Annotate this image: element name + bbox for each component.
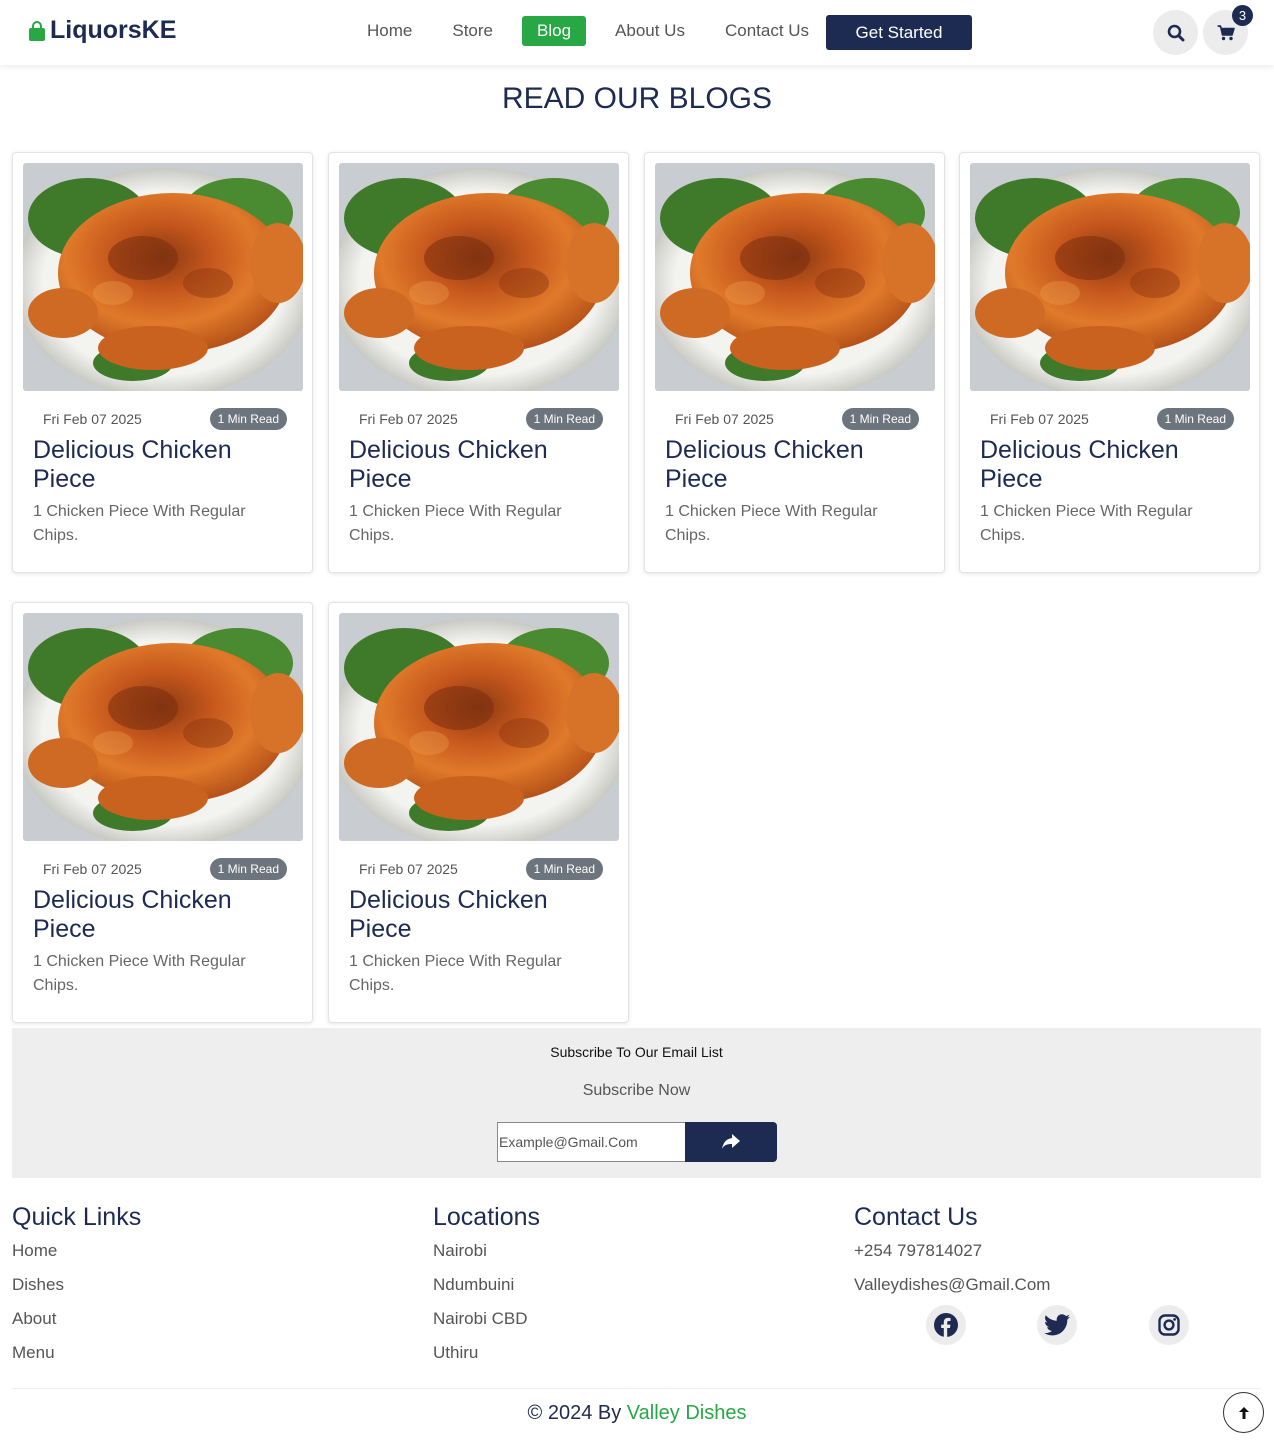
- read-time-badge: 1 Min Read: [209, 408, 287, 430]
- get-started-button[interactable]: Get Started: [826, 15, 972, 50]
- nav-contact-us[interactable]: Contact Us: [710, 16, 824, 46]
- post-title[interactable]: Delicious Chicken Piece: [665, 436, 925, 494]
- quick-links-heading: Quick Links: [12, 1203, 142, 1231]
- email-input[interactable]: [497, 1122, 686, 1162]
- brand-name: LiquorsKE: [50, 16, 177, 44]
- post-date: Fri Feb 07 2025: [359, 861, 458, 877]
- read-time-badge: 1 Min Read: [525, 408, 603, 430]
- share-arrow-icon: [722, 1134, 740, 1149]
- location-nairobi[interactable]: Nairobi: [433, 1241, 540, 1275]
- contact-heading: Contact Us: [854, 1203, 978, 1231]
- post-description: 1 Chicken Piece With Regular Chips.: [33, 953, 246, 994]
- blog-card[interactable]: Fri Feb 07 2025 1 Min Read Delicious Chi…: [12, 602, 313, 1023]
- nav-blog[interactable]: Blog: [522, 16, 587, 46]
- read-time-badge: 1 Min Read: [841, 408, 919, 430]
- post-title[interactable]: Delicious Chicken Piece: [33, 436, 293, 494]
- blog-card[interactable]: Fri Feb 07 2025 1 Min Read Delicious Chi…: [328, 602, 629, 1023]
- location-uthiru[interactable]: Uthiru: [433, 1343, 540, 1377]
- post-title[interactable]: Delicious Chicken Piece: [349, 886, 609, 944]
- post-description: 1 Chicken Piece With Regular Chips.: [33, 503, 246, 544]
- post-date: Fri Feb 07 2025: [990, 411, 1089, 427]
- blog-card-image[interactable]: [23, 163, 303, 391]
- post-title[interactable]: Delicious Chicken Piece: [349, 436, 609, 494]
- subscribe-subtitle: Subscribe Now: [582, 1082, 691, 1099]
- read-time-badge: 1 Min Read: [525, 858, 603, 880]
- subscribe-title: Subscribe To Our Email List: [550, 1044, 723, 1060]
- cart-icon: [1217, 24, 1235, 40]
- locations-heading: Locations: [433, 1203, 541, 1231]
- footer-link-about[interactable]: About: [12, 1309, 141, 1343]
- footer-link-dishes[interactable]: Dishes: [12, 1275, 141, 1309]
- instagram-link[interactable]: [1149, 1305, 1189, 1345]
- blog-card-image[interactable]: [339, 163, 619, 391]
- nav-about-us[interactable]: About Us: [600, 16, 700, 46]
- copyright-brand-link[interactable]: Valley Dishes: [627, 1402, 747, 1424]
- blog-card[interactable]: Fri Feb 07 2025 1 Min Read Delicious Chi…: [644, 152, 945, 573]
- post-title[interactable]: Delicious Chicken Piece: [33, 886, 293, 944]
- blog-card[interactable]: Fri Feb 07 2025 1 Min Read Delicious Chi…: [959, 152, 1260, 573]
- location-nairobi-cbd[interactable]: Nairobi CBD: [433, 1309, 540, 1343]
- read-time-badge: 1 Min Read: [209, 858, 287, 880]
- post-description: 1 Chicken Piece With Regular Chips.: [665, 503, 878, 544]
- copyright: © 2024 By Valley Dishes: [0, 1402, 1274, 1425]
- footer-link-home[interactable]: Home: [12, 1241, 141, 1275]
- page-title: READ OUR BLOGS: [501, 82, 773, 115]
- blog-card-image[interactable]: [970, 163, 1250, 391]
- brand-logo[interactable]: LiquorsKE: [28, 16, 176, 45]
- subscribe-button[interactable]: [685, 1122, 777, 1162]
- post-date: Fri Feb 07 2025: [675, 411, 774, 427]
- main-nav: Home Store Blog About Us Contact Us: [352, 16, 834, 46]
- contact-email[interactable]: Valleydishes@Gmail.Com: [854, 1275, 1050, 1309]
- search-button[interactable]: [1153, 10, 1198, 55]
- post-description: 1 Chicken Piece With Regular Chips.: [980, 503, 1193, 544]
- twitter-link[interactable]: [1037, 1305, 1077, 1345]
- back-to-top-button[interactable]: [1223, 1392, 1264, 1433]
- facebook-link[interactable]: [926, 1305, 966, 1345]
- arrow-up-icon: [1238, 1406, 1249, 1419]
- post-date: Fri Feb 07 2025: [43, 861, 142, 877]
- footer-quick-links: Quick Links Home Dishes About Menu: [12, 1203, 141, 1377]
- post-date: Fri Feb 07 2025: [43, 411, 142, 427]
- footer-contact: Contact Us +254 797814027 Valleydishes@G…: [854, 1203, 1050, 1309]
- instagram-icon: [1158, 1314, 1180, 1336]
- contact-phone[interactable]: +254 797814027: [854, 1241, 1050, 1275]
- twitter-icon: [1044, 1314, 1070, 1336]
- blog-card[interactable]: Fri Feb 07 2025 1 Min Read Delicious Chi…: [12, 152, 313, 573]
- facebook-icon: [934, 1313, 958, 1337]
- nav-store[interactable]: Store: [437, 16, 508, 46]
- post-description: 1 Chicken Piece With Regular Chips.: [349, 953, 562, 994]
- blog-card-image[interactable]: [23, 613, 303, 841]
- search-icon: [1167, 24, 1184, 41]
- blog-card[interactable]: Fri Feb 07 2025 1 Min Read Delicious Chi…: [328, 152, 629, 573]
- read-time-badge: 1 Min Read: [1156, 408, 1234, 430]
- site-header: LiquorsKE Home Store Blog About Us Conta…: [0, 0, 1274, 65]
- footer-locations: Locations Nairobi Ndumbuini Nairobi CBD …: [433, 1203, 540, 1377]
- blog-card-image[interactable]: [339, 613, 619, 841]
- nav-home[interactable]: Home: [352, 16, 427, 46]
- post-title[interactable]: Delicious Chicken Piece: [980, 436, 1240, 494]
- cart-count-badge: 3: [1232, 5, 1253, 26]
- post-date: Fri Feb 07 2025: [359, 411, 458, 427]
- footer-divider: [12, 1388, 1261, 1389]
- subscribe-section: Subscribe To Our Email List Subscribe No…: [12, 1028, 1261, 1178]
- post-description: 1 Chicken Piece With Regular Chips.: [349, 503, 562, 544]
- copyright-prefix: © 2024 By: [527, 1402, 622, 1424]
- shopping-bag-icon: [29, 20, 45, 41]
- footer-link-menu[interactable]: Menu: [12, 1343, 141, 1377]
- blog-card-image[interactable]: [655, 163, 935, 391]
- location-ndumbuini[interactable]: Ndumbuini: [433, 1275, 540, 1309]
